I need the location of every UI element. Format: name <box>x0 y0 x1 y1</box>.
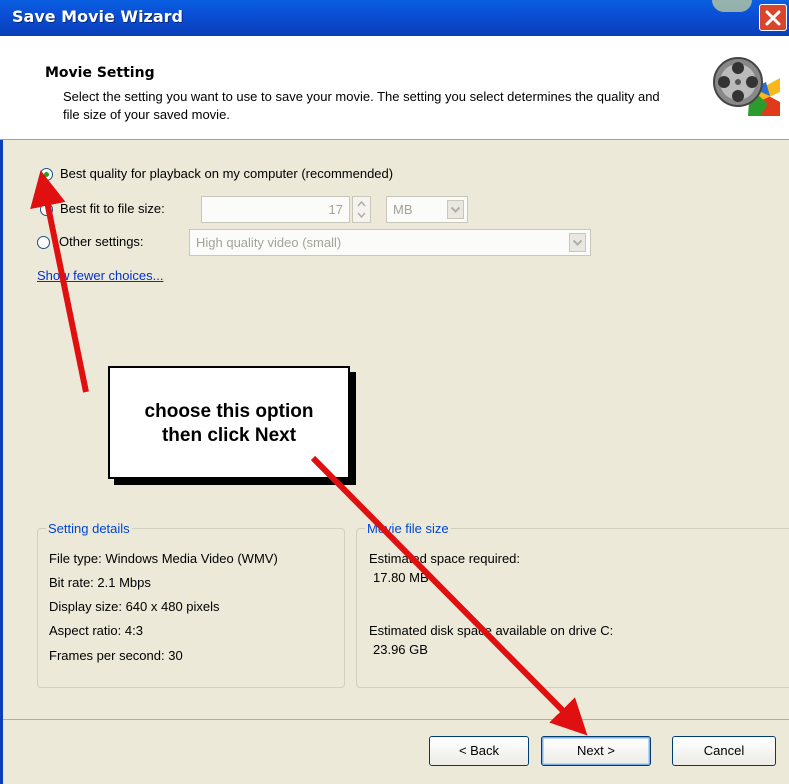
estimated-space-required-label: Estimated space required: <box>369 551 521 566</box>
other-settings-value: High quality video (small) <box>196 235 342 250</box>
file-size-input[interactable]: 17 <box>201 196 350 223</box>
estimated-space-required-value: 17.80 MB <box>373 570 429 585</box>
close-icon <box>765 10 781 26</box>
cancel-button[interactable]: Cancel <box>672 736 776 766</box>
best-quality-label[interactable]: Best quality for playback on my computer… <box>60 166 393 181</box>
detail-display-size: Display size: 640 x 480 pixels <box>49 599 220 614</box>
show-fewer-choices-link[interactable]: Show fewer choices... <box>37 268 163 283</box>
instruction-callout: choose this option then click Next <box>108 366 350 479</box>
next-button[interactable]: Next > <box>541 736 651 766</box>
callout-line-1: choose this option <box>144 401 314 422</box>
back-button[interactable]: < Back <box>429 736 529 766</box>
film-reel-icon <box>713 57 780 116</box>
page-description: Select the setting you want to use to sa… <box>63 89 660 122</box>
best-fit-radio[interactable] <box>40 203 53 216</box>
best-quality-radio[interactable] <box>40 168 53 181</box>
title-bar-orb-decoration <box>712 0 752 12</box>
chevron-down-icon <box>572 239 583 246</box>
title-bar: Save Movie Wizard <box>0 0 789 36</box>
unit-dropdown-button[interactable] <box>447 200 464 219</box>
disk-space-available-value: 23.96 GB <box>373 642 428 657</box>
close-button[interactable] <box>759 4 787 31</box>
settings-dropdown-button[interactable] <box>569 233 586 252</box>
detail-aspect-ratio: Aspect ratio: 4:3 <box>49 623 143 638</box>
callout-text: choose this option then click Next <box>110 400 348 448</box>
other-settings-label[interactable]: Other settings: <box>59 234 144 249</box>
spinner-arrows-icon <box>357 200 366 219</box>
other-settings-radio[interactable] <box>37 236 50 249</box>
movie-file-size-legend: Movie file size <box>365 521 451 536</box>
chevron-down-icon <box>450 206 461 213</box>
detail-bit-rate: Bit rate: 2.1 Mbps <box>49 575 151 590</box>
best-fit-label[interactable]: Best fit to file size: <box>60 201 165 216</box>
other-settings-select[interactable]: High quality video (small) <box>189 229 591 256</box>
detail-frame-rate: Frames per second: 30 <box>49 648 183 663</box>
detail-file-type: File type: Windows Media Video (WMV) <box>49 551 278 566</box>
file-size-spinner[interactable] <box>352 196 371 223</box>
page-title: Movie Setting <box>45 65 155 81</box>
window-title: Save Movie Wizard <box>12 7 184 26</box>
disk-space-available-label: Estimated disk space available on drive … <box>369 623 614 638</box>
setting-details-legend: Setting details <box>46 521 132 536</box>
footer-separator <box>3 719 789 720</box>
file-size-unit-value: MB <box>393 202 413 217</box>
callout-line-2: then click Next <box>161 425 297 446</box>
